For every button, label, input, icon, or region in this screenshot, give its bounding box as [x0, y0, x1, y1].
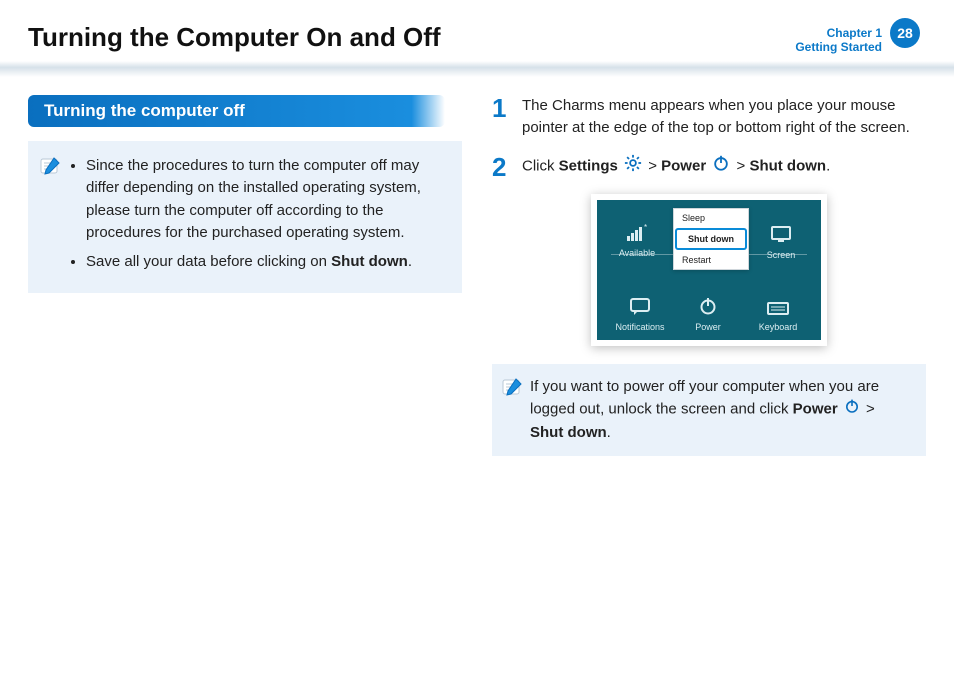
step-text: > [648, 158, 661, 175]
menu-item-restart[interactable]: Restart [674, 251, 748, 269]
tile-label: Notifications [615, 322, 664, 332]
step-bold: Settings [559, 158, 618, 175]
chapter-label: Chapter 1 Getting Started [795, 22, 882, 55]
step-body: Click Settings > Power > Shut down. [522, 154, 926, 180]
left-column: Turning the computer off Since the proce… [28, 95, 462, 457]
page-header: Turning the Computer On and Off Chapter … [0, 0, 954, 55]
power-icon [712, 154, 730, 180]
note-item: Since the procedures to turn the compute… [86, 155, 446, 245]
charms-tile-power: Power [681, 296, 735, 332]
charms-tile-notifications: Notifications [613, 296, 667, 332]
tip-text: . [607, 424, 611, 441]
note-icon [40, 157, 60, 280]
step-text: > [737, 158, 750, 175]
header-divider [0, 61, 954, 77]
note-icon [502, 378, 522, 445]
chapter-line1: Chapter 1 [795, 26, 882, 40]
tip-text: > [862, 401, 875, 418]
note-item: Save all your data before clicking on Sh… [86, 251, 446, 274]
note-text: Since the procedures to turn the compute… [86, 157, 421, 242]
step-body: The Charms menu appears when you place y… [522, 95, 926, 140]
signal-icon [613, 224, 661, 244]
note-list: Since the procedures to turn the compute… [68, 155, 446, 280]
charms-tile-available: Available [613, 224, 661, 258]
note-text-post: . [408, 253, 412, 270]
charms-tile-keyboard: Keyboard [751, 298, 805, 332]
power-icon [681, 296, 735, 318]
power-icon [844, 398, 860, 422]
charms-tile-screen: Screen [757, 224, 805, 260]
step-1: 1 The Charms menu appears when you place… [492, 95, 926, 140]
page-number-badge: 28 [890, 18, 920, 48]
step-text: . [826, 158, 830, 175]
step-bold: Shut down [749, 158, 826, 175]
tip-box: If you want to power off your computer w… [492, 364, 926, 457]
step-number: 1 [492, 95, 510, 140]
chapter-line2: Getting Started [795, 40, 882, 54]
tile-label: Available [619, 248, 655, 258]
tip-bold: Power [793, 401, 838, 418]
keyboard-icon [751, 298, 805, 318]
step-2: 2 Click Settings > Power > Shut down. [492, 154, 926, 180]
tile-label: Screen [767, 250, 796, 260]
menu-item-shutdown[interactable]: Shut down [675, 228, 747, 250]
step-number: 2 [492, 154, 510, 180]
tip-text: If you want to power off your computer w… [530, 376, 912, 445]
tile-label: Power [695, 322, 721, 332]
notifications-icon [613, 296, 667, 318]
charms-illustration: Available Screen Notifications Power Key… [591, 194, 827, 346]
right-column: 1 The Charms menu appears when you place… [492, 95, 926, 457]
note-text-pre: Save all your data before clicking on [86, 253, 331, 270]
chapter-block: Chapter 1 Getting Started 28 [795, 22, 920, 55]
note-box: Since the procedures to turn the compute… [28, 141, 462, 294]
power-menu: Sleep Shut down Restart [673, 208, 749, 270]
step-bold: Power [661, 158, 706, 175]
note-text-bold: Shut down [331, 253, 408, 270]
step-text: Click [522, 158, 559, 175]
tile-label: Keyboard [759, 322, 798, 332]
screen-icon [757, 224, 805, 246]
gear-icon [624, 154, 642, 180]
tip-bold: Shut down [530, 424, 607, 441]
menu-item-sleep[interactable]: Sleep [674, 209, 748, 227]
page-title: Turning the Computer On and Off [28, 22, 441, 53]
section-heading: Turning the computer off [28, 95, 445, 127]
